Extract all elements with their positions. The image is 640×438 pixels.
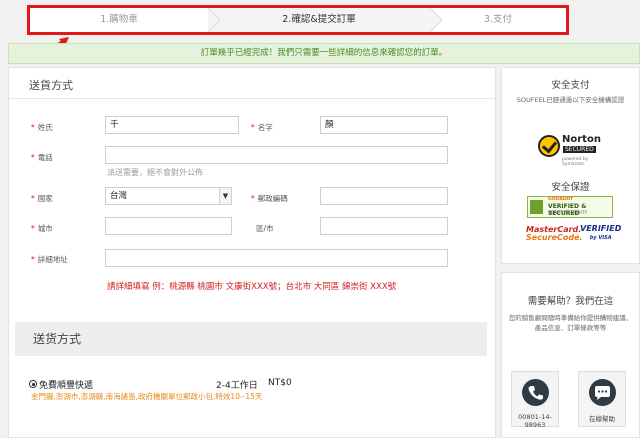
phone-label: * 電話: [31, 153, 53, 162]
required-mark: *: [31, 123, 35, 132]
phone-hint: 派送需要，絕不會對外公佈: [107, 168, 203, 177]
required-mark: *: [31, 194, 35, 203]
shipping-form-panel: 送貨方式 * 姓氏 千 * 名字 顏 * 電話 派送需要，絕不會對外公佈 * 國家 台灣…: [8, 67, 496, 438]
first-name-label: * 名字: [251, 123, 273, 132]
norton-secured-badge: Norton SECURED powered by Symantec: [538, 133, 604, 167]
help-panel: 需要幫助？我們在這 您的銷售顧問隨時準備給你提供購物建議、產品信息、訂單條款等等…: [501, 272, 640, 438]
required-mark: *: [251, 123, 255, 132]
step-divider-icon: [430, 8, 443, 32]
phone-button[interactable]: 00801-14-98963: [511, 371, 559, 429]
phone-number: 00801-14-98963: [518, 413, 552, 429]
help-text: 您的銷售顧問隨時準備給你提供購物建議、產品信息、訂單條款等等: [508, 314, 633, 332]
shipping-option-days: 2-4工作日: [216, 381, 258, 391]
required-mark: *: [31, 153, 35, 162]
shipping-option-name[interactable]: 免費順豐快遞: [39, 378, 93, 391]
shipping-option-note: 金門縣,澎湖市,澎湖縣,南海諸島,政府機關單位郵政小包,時效10--15天: [31, 392, 263, 401]
city-label: * 城市: [31, 224, 53, 233]
district-input[interactable]: [320, 217, 448, 235]
online-chat-button[interactable]: 在線幫助: [578, 371, 626, 427]
last-name-label: * 姓氏: [31, 123, 53, 132]
section-divider: [9, 98, 495, 99]
secure-pay-text: SOUFEEL已經通過以下安全機構認證: [516, 96, 625, 104]
godaddy-verified-badge: GODADDY VERIFIED & SECURED VERIFY SECURI…: [527, 196, 613, 218]
shipping-option-radio[interactable]: [29, 380, 37, 388]
city-input[interactable]: [105, 217, 232, 235]
first-name-input[interactable]: 顏: [320, 116, 448, 134]
phone-icon: [522, 379, 549, 406]
checkmark-icon: [538, 135, 560, 157]
step-cart[interactable]: 1.購物車: [30, 8, 208, 32]
postal-code-label: * 郵政編碼: [251, 194, 288, 203]
secure-payment-panel: 安全支付 SOUFEEL已經通過以下安全機構認證 Norton SECURED …: [501, 67, 640, 264]
shipping-method-header: 送货方式: [15, 322, 487, 356]
shipping-method-title: 送货方式: [33, 332, 82, 346]
lock-icon: [530, 200, 543, 214]
country-select[interactable]: 台灣 ▼: [105, 187, 232, 205]
mastercard-securecode-logo: MasterCard. SecureCode.: [526, 225, 583, 242]
chat-icon: [589, 379, 616, 406]
address-label: * 詳細地址: [31, 255, 68, 264]
step-confirm-order: 2.確認&提交訂單: [208, 8, 430, 32]
district-label: 區/市: [256, 224, 274, 233]
address-input[interactable]: [105, 249, 448, 267]
required-mark: *: [251, 194, 255, 203]
last-name-input[interactable]: 千: [105, 116, 239, 134]
secure-pay-title: 安全支付: [551, 80, 590, 91]
phone-input[interactable]: [105, 146, 448, 164]
help-title: 需要幫助？我們在這: [527, 296, 614, 307]
country-select-value: 台灣: [110, 191, 128, 201]
chevron-down-icon[interactable]: ▼: [219, 188, 231, 204]
required-mark: *: [31, 255, 35, 264]
order-notice-banner: 訂單幾乎已經完成！我們只需要一些詳細的信息來確認您的訂單。: [8, 43, 640, 64]
step-divider-icon: [208, 8, 221, 32]
shipping-option-price: NT$0: [268, 378, 292, 388]
address-example-text: 請詳細填寫 例：桃源縣 桃園市 文康街XXX號；台北市 大同區 錦崇街 XXX號: [107, 282, 397, 292]
required-mark: *: [31, 224, 35, 233]
verified-by-visa-logo: VERIFIED by VISA: [580, 224, 622, 242]
section-title: 送貨方式: [29, 79, 73, 92]
postal-code-input[interactable]: [320, 187, 448, 205]
online-chat-label: 在線幫助: [589, 415, 615, 423]
step-payment: 3.支付: [483, 14, 513, 25]
guarantee-title: 安全保證: [551, 182, 590, 193]
checkout-steps: 1.購物車 2.確認&提交訂單 3.支付: [27, 5, 569, 35]
country-label: * 國家: [31, 194, 53, 203]
